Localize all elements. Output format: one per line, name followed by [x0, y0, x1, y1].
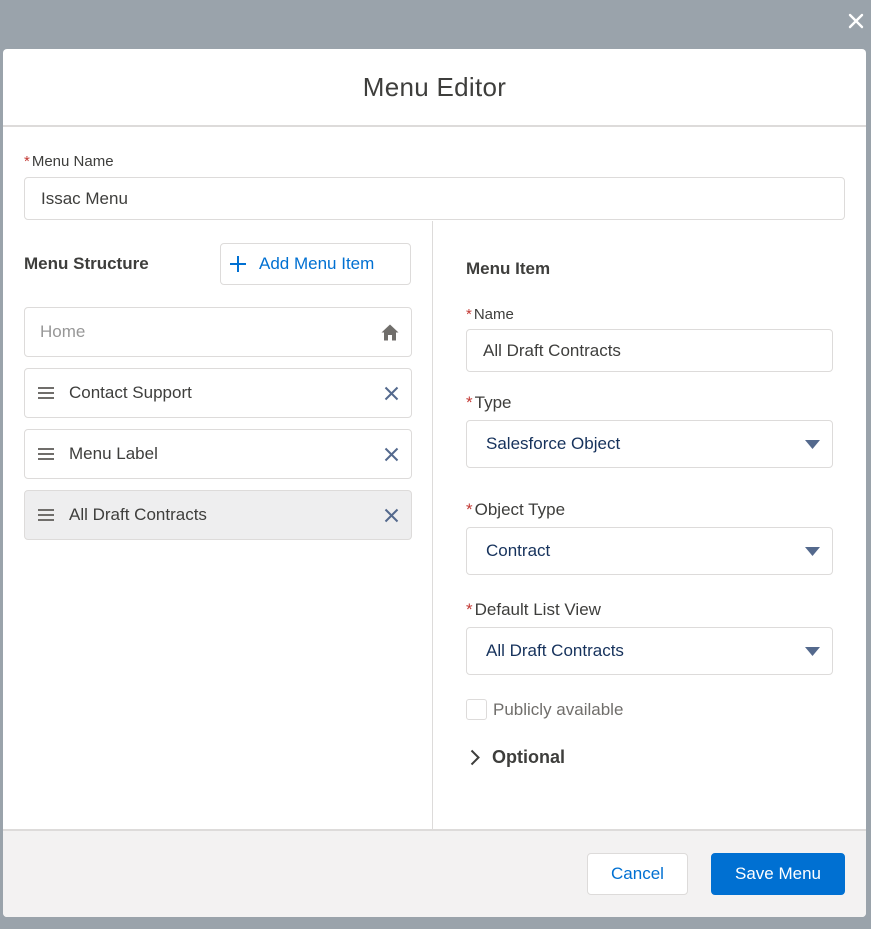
chevron-right-icon — [470, 749, 480, 766]
publicly-available-label: Publicly available — [493, 699, 624, 719]
drag-handle-icon[interactable] — [37, 386, 55, 400]
object-type-field-group: * Object Type Contract — [466, 500, 834, 575]
required-mark: * — [466, 500, 473, 519]
menu-item-contact-support[interactable]: Contact Support — [24, 368, 412, 418]
name-label-text: Name — [473, 306, 514, 323]
menu-structure-list: Home Contact Support Menu Label All Draf… — [24, 307, 412, 540]
object-type-select-value: Contract — [486, 541, 551, 560]
required-mark: * — [466, 600, 473, 619]
menu-item-menu-label[interactable]: Menu Label — [24, 429, 412, 479]
cancel-button[interactable]: Cancel — [587, 853, 688, 895]
save-menu-button[interactable]: Save Menu — [711, 853, 845, 895]
add-menu-item-button[interactable]: Add Menu Item — [220, 243, 411, 285]
type-select[interactable]: Salesforce Object — [466, 420, 833, 468]
publicly-available-checkbox[interactable] — [466, 699, 487, 720]
object-type-select[interactable]: Contract — [466, 527, 833, 575]
plus-icon — [229, 255, 247, 273]
menu-item-label: Menu Label — [69, 444, 158, 463]
modal-header: Menu Editor — [3, 49, 866, 127]
object-type-label: * Object Type — [466, 500, 834, 520]
name-field-group: * Name All Draft Contracts — [466, 306, 834, 372]
remove-item-icon[interactable] — [384, 508, 399, 523]
modal-title: Menu Editor — [362, 71, 507, 102]
close-modal-button[interactable] — [845, 10, 867, 32]
menu-name-label-text: Menu Name — [31, 153, 114, 170]
type-label-text: Type — [474, 393, 512, 412]
type-label: * Type — [466, 393, 834, 413]
name-label: * Name — [466, 306, 834, 323]
close-icon — [848, 13, 864, 29]
menu-editor-modal: Menu Editor * Menu Name Issac Menu Menu S… — [3, 49, 866, 917]
default-list-view-label-text: Default List View — [474, 600, 601, 619]
name-input[interactable]: All Draft Contracts — [466, 329, 833, 372]
publicly-available-row: Publicly available — [466, 699, 834, 720]
default-list-view-field-group: * Default List View All Draft Contracts — [466, 600, 834, 675]
remove-item-icon[interactable] — [384, 386, 399, 401]
object-type-label-text: Object Type — [474, 500, 566, 519]
type-field-group: * Type Salesforce Object — [466, 393, 834, 468]
default-list-view-select-value: All Draft Contracts — [486, 641, 624, 660]
menu-structure-panel: Menu Structure Add Menu Item Home Contac… — [3, 221, 433, 829]
remove-item-icon[interactable] — [384, 447, 399, 462]
home-icon — [381, 324, 399, 341]
drag-handle-icon[interactable] — [37, 447, 55, 461]
menu-item-panel: Menu Item * Name All Draft Contracts * Typ… — [433, 221, 866, 829]
menu-name-label: * Menu Name — [24, 153, 845, 170]
required-mark: * — [24, 153, 30, 170]
add-menu-item-label: Add Menu Item — [259, 254, 375, 273]
editor-columns: Menu Structure Add Menu Item Home Contac… — [3, 221, 866, 829]
default-list-view-select[interactable]: All Draft Contracts — [466, 627, 833, 675]
menu-item-home[interactable]: Home — [24, 307, 412, 357]
type-select-value: Salesforce Object — [486, 434, 621, 453]
required-mark: * — [466, 306, 472, 323]
chevron-down-icon — [805, 439, 820, 449]
menu-structure-title: Menu Structure — [24, 254, 149, 273]
chevron-down-icon — [805, 646, 820, 656]
default-list-view-label: * Default List View — [466, 600, 834, 620]
chevron-down-icon — [805, 546, 820, 556]
drag-handle-icon[interactable] — [37, 508, 55, 522]
menu-item-label: Contact Support — [69, 383, 192, 402]
menu-item-all-draft-contracts[interactable]: All Draft Contracts — [24, 490, 412, 540]
optional-label: Optional — [492, 747, 565, 767]
menu-name-input[interactable]: Issac Menu — [24, 177, 845, 220]
optional-toggle[interactable]: Optional — [466, 747, 834, 768]
menu-item-label: Home — [40, 322, 86, 341]
modal-footer: Cancel Save Menu — [3, 829, 866, 917]
menu-item-title: Menu Item — [466, 259, 551, 278]
required-mark: * — [466, 393, 473, 412]
menu-item-label: All Draft Contracts — [69, 505, 207, 524]
menu-structure-header: Menu Structure Add Menu Item — [24, 243, 411, 285]
